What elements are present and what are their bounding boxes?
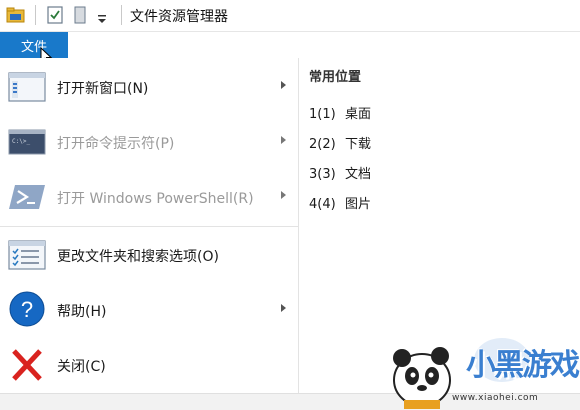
folder-icon[interactable] — [5, 4, 27, 30]
menu-item-powershell[interactable]: 打开 Windows PowerShell(R) — [0, 170, 298, 224]
file-tab[interactable]: 文件 — [0, 32, 68, 59]
recent-item-documents[interactable]: 3(3) 文档 — [309, 163, 371, 182]
menu-item-new-window[interactable]: 打开新窗口(N) — [0, 60, 298, 114]
recent-item-index: 2(2) — [309, 137, 336, 152]
file-menu: 打开新窗口(N) C:\>_ 打开命令提示符(P) 打开 Windows Pow… — [0, 58, 298, 393]
recent-item-index: 4(4) — [309, 197, 336, 212]
menu-item-command-prompt[interactable]: C:\>_ 打开命令提示符(P) — [0, 115, 298, 169]
frequent-places-header: 常用位置 — [309, 70, 362, 85]
menu-item-label: 打开 Windows PowerShell(R) — [57, 191, 254, 207]
close-icon — [8, 349, 46, 381]
submenu-arrow-icon — [281, 136, 286, 144]
submenu-arrow-icon — [281, 191, 286, 199]
title-separator — [35, 5, 36, 25]
ribbon-tab-strip — [0, 32, 580, 59]
submenu-arrow-icon — [281, 81, 286, 89]
command-prompt-icon: C:\>_ — [8, 126, 46, 158]
menu-item-label: 帮助(H) — [57, 304, 107, 320]
svg-text:?: ? — [21, 297, 33, 322]
new-window-icon — [8, 71, 46, 103]
submenu-arrow-icon — [281, 304, 286, 312]
menu-item-label: 打开新窗口(N) — [57, 81, 149, 97]
watermark-url: www.xiaohei.com — [452, 393, 539, 403]
menu-item-label: 更改文件夹和搜索选项(O) — [57, 249, 219, 265]
menu-item-help[interactable]: ? 帮助(H) — [0, 283, 298, 337]
powershell-icon — [8, 181, 46, 213]
recent-item-index: 3(3) — [309, 167, 336, 182]
properties-icon[interactable] — [46, 4, 64, 30]
watermark-brand: 小黑游戏 — [466, 348, 580, 383]
title-separator — [121, 5, 122, 25]
window-title: 文件资源管理器 — [130, 9, 228, 25]
menu-divider — [0, 226, 298, 227]
customize-toolbar-icon[interactable] — [96, 10, 108, 29]
recent-item-pictures[interactable]: 4(4) 图片 — [309, 193, 371, 212]
recent-item-name: 桌面 — [345, 107, 372, 122]
recent-item-name: 下载 — [345, 137, 372, 152]
menu-item-folder-options[interactable]: 更改文件夹和搜索选项(O) — [0, 228, 298, 282]
new-folder-icon[interactable] — [72, 4, 88, 30]
recent-item-desktop[interactable]: 1(1) 桌面 — [309, 103, 371, 122]
help-icon: ? — [8, 291, 46, 327]
recent-item-name: 文档 — [345, 167, 372, 182]
recent-item-name: 图片 — [345, 197, 372, 212]
title-bar: 文件资源管理器 — [0, 0, 580, 32]
menu-item-close[interactable]: 关闭(C) — [0, 338, 298, 392]
recent-item-downloads[interactable]: 2(2) 下载 — [309, 133, 371, 152]
svg-text:C:\>_: C:\>_ — [12, 138, 30, 145]
menu-item-label: 打开命令提示符(P) — [57, 136, 175, 152]
recent-item-index: 1(1) — [309, 107, 336, 122]
menu-item-label: 关闭(C) — [57, 359, 106, 375]
folder-options-icon — [8, 239, 46, 271]
